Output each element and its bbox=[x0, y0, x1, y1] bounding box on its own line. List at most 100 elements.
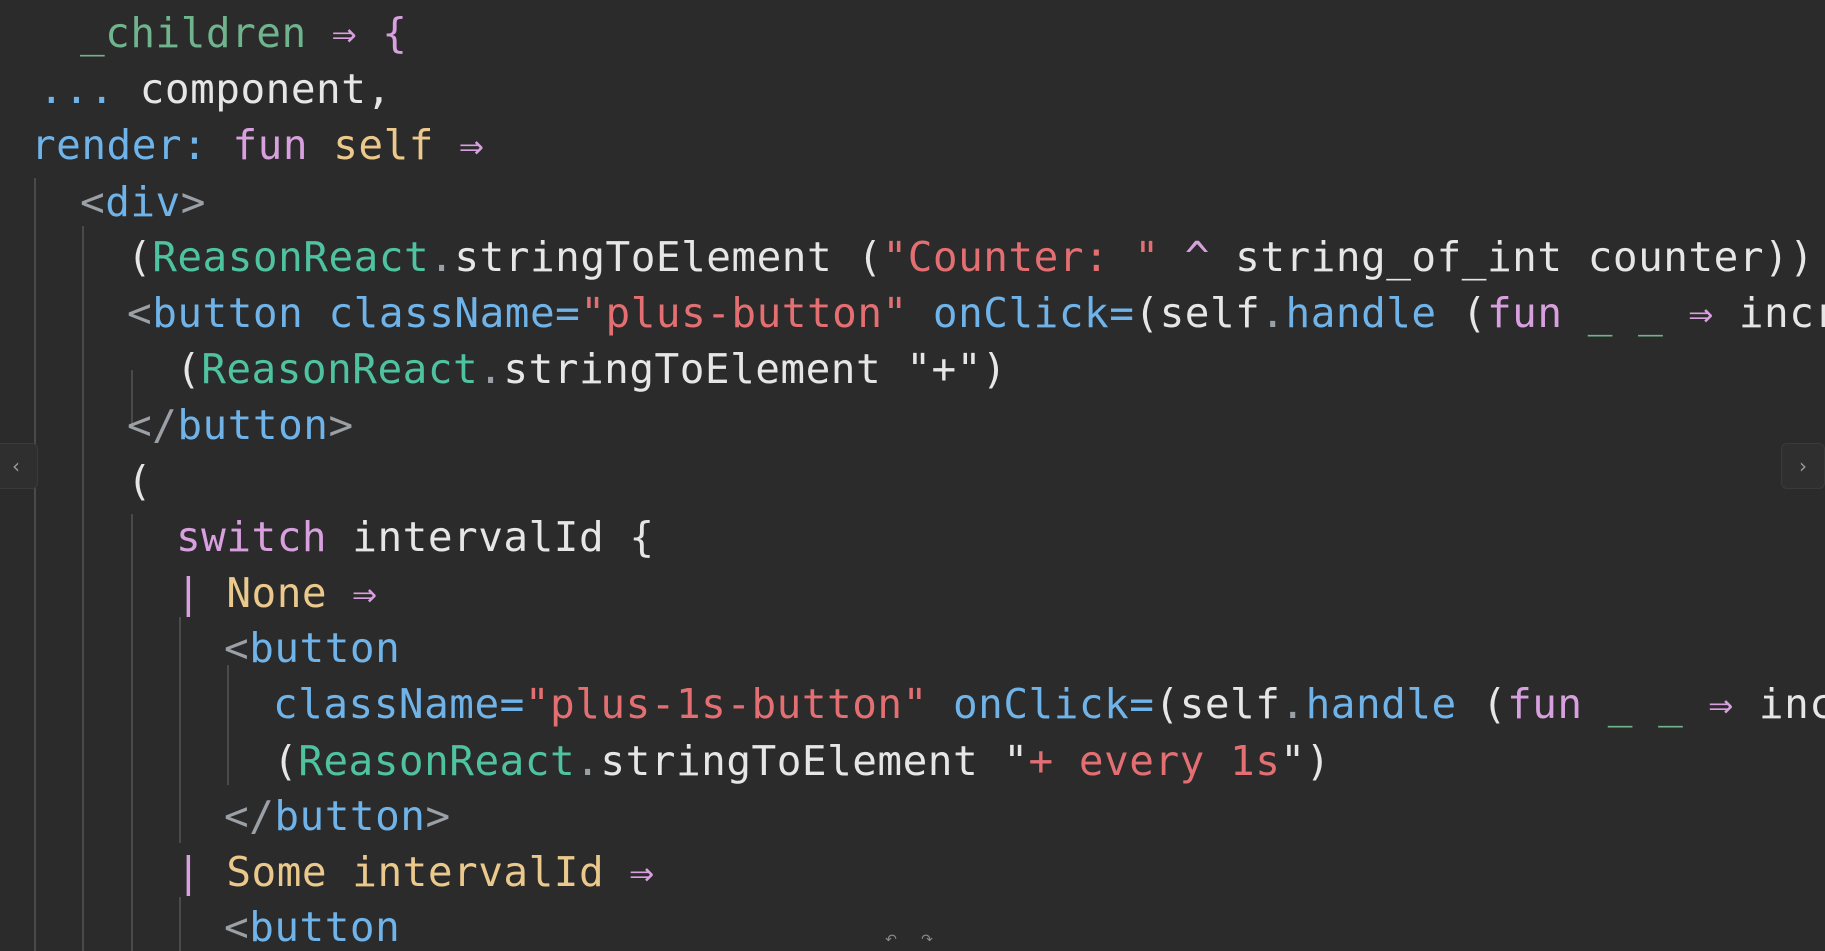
code-token: ( bbox=[127, 457, 153, 505]
code-token: </ bbox=[127, 401, 178, 449]
code-line[interactable]: <button bbox=[224, 899, 400, 951]
code-token: "+") bbox=[881, 345, 1008, 393]
indent-guide bbox=[179, 897, 181, 951]
code-token: button bbox=[177, 401, 329, 449]
code-line[interactable]: <button bbox=[224, 620, 400, 676]
previous-arrow-icon[interactable]: ‹ bbox=[0, 443, 38, 489]
code-token: </ bbox=[224, 792, 275, 840]
code-token: ⇒ { bbox=[306, 9, 408, 57]
code-token: ... bbox=[39, 65, 115, 113]
code-line[interactable]: switch intervalId { bbox=[176, 509, 655, 565]
code-token: intervalId { bbox=[327, 513, 655, 561]
code-token: < bbox=[224, 624, 250, 672]
code-line[interactable]: </button> bbox=[127, 397, 354, 453]
code-token: switch bbox=[176, 513, 328, 561]
code-token: incre bbox=[1738, 289, 1825, 337]
code-token: ( bbox=[273, 737, 299, 785]
code-token: ReasonReact bbox=[298, 737, 576, 785]
code-token: intervalId bbox=[327, 848, 605, 896]
code-token: handle bbox=[1305, 680, 1457, 728]
code-token: . bbox=[1280, 680, 1306, 728]
indent-guide bbox=[179, 617, 181, 843]
code-line[interactable]: render: fun self ⇒ bbox=[31, 117, 484, 173]
code-token: . bbox=[575, 737, 601, 785]
code-line[interactable]: (ReasonReact.stringToElement "+") bbox=[176, 341, 1007, 397]
code-token: > bbox=[180, 178, 206, 226]
code-line[interactable]: className="plus-1s-button" onClick=(self… bbox=[273, 676, 1825, 732]
code-line[interactable]: | Some intervalId ⇒ bbox=[176, 844, 655, 900]
code-token: > bbox=[328, 401, 354, 449]
code-token: None bbox=[201, 569, 328, 617]
code-token: "Counter: " bbox=[882, 233, 1160, 281]
code-token: className= bbox=[303, 289, 581, 337]
code-token: "plus-button" bbox=[580, 289, 908, 337]
code-line[interactable]: <div> bbox=[80, 174, 206, 230]
code-token: ⇒ bbox=[604, 848, 655, 896]
code-token: + every 1s bbox=[1028, 737, 1281, 785]
code-token: stringToElement bbox=[454, 233, 833, 281]
code-token: ⇒ bbox=[433, 121, 485, 169]
indent-guide bbox=[131, 514, 133, 951]
code-token: fun bbox=[1507, 680, 1583, 728]
code-token: _ _ bbox=[1562, 289, 1664, 337]
code-token: string_of_int counter)) bbox=[1209, 233, 1815, 281]
code-token: < bbox=[224, 903, 250, 951]
code-line[interactable]: ... component, bbox=[39, 61, 392, 117]
code-token: button bbox=[249, 903, 401, 951]
indent-guide bbox=[227, 665, 229, 785]
code-line[interactable]: <button className="plus-button" onClick=… bbox=[127, 285, 1825, 341]
code-token: "plus-1s-button" bbox=[524, 680, 928, 728]
code-token: onClick= bbox=[927, 680, 1155, 728]
code-token: " bbox=[978, 737, 1029, 785]
code-line[interactable]: | None ⇒ bbox=[176, 565, 377, 621]
code-token: component, bbox=[114, 65, 392, 113]
code-token: stringToElement bbox=[503, 345, 882, 393]
code-editor[interactable]: _children ⇒ { ... component, render: fun… bbox=[0, 0, 1825, 951]
code-token: _children bbox=[80, 9, 307, 57]
code-token: . bbox=[1260, 289, 1286, 337]
code-token: ReasonReact bbox=[152, 233, 430, 281]
code-token: | bbox=[176, 848, 202, 896]
code-line[interactable]: _children ⇒ { bbox=[80, 5, 407, 61]
code-token: ReasonReact bbox=[201, 345, 479, 393]
code-token: ( bbox=[832, 233, 883, 281]
code-token: ⇒ bbox=[327, 569, 378, 617]
code-token: ⇒ bbox=[1663, 289, 1714, 337]
code-token: ^ bbox=[1159, 233, 1210, 281]
code-token: incr bbox=[1758, 680, 1825, 728]
code-token: handle bbox=[1285, 289, 1437, 337]
code-token: . bbox=[478, 345, 504, 393]
code-token: stringToElement bbox=[600, 737, 979, 785]
code-token: (self bbox=[1134, 289, 1261, 337]
indent-guide bbox=[82, 226, 84, 951]
code-token: onClick= bbox=[907, 289, 1135, 337]
code-token: < bbox=[80, 178, 106, 226]
code-token: self bbox=[308, 121, 434, 169]
redo-icon[interactable]: ↷ bbox=[921, 932, 933, 948]
next-arrow-icon[interactable]: › bbox=[1781, 443, 1825, 489]
code-token: fun bbox=[1487, 289, 1563, 337]
code-line[interactable]: </button> bbox=[224, 788, 451, 844]
code-line[interactable]: (ReasonReact.stringToElement ("Counter: … bbox=[127, 229, 1814, 285]
code-token: > bbox=[425, 792, 451, 840]
code-token: fun bbox=[207, 121, 309, 169]
indent-guide bbox=[34, 178, 36, 951]
undo-icon[interactable]: ↶ bbox=[885, 932, 897, 948]
code-token: render: bbox=[31, 121, 208, 169]
code-line[interactable]: (ReasonReact.stringToElement "+ every 1s… bbox=[273, 733, 1331, 789]
code-token: Some bbox=[201, 848, 328, 896]
code-token: ( bbox=[1456, 680, 1508, 728]
code-token: ( bbox=[176, 345, 202, 393]
code-token: button bbox=[249, 624, 401, 672]
code-token: div bbox=[105, 178, 181, 226]
bottom-toolbar: ↶ ↷ bbox=[873, 929, 945, 951]
code-token: ") bbox=[1280, 737, 1331, 785]
code-line[interactable]: ( bbox=[127, 453, 152, 509]
code-token: . bbox=[429, 233, 455, 281]
code-token: (self bbox=[1154, 680, 1281, 728]
code-token: button bbox=[152, 289, 304, 337]
code-token: button bbox=[274, 792, 426, 840]
code-token: < bbox=[127, 289, 153, 337]
code-token: | bbox=[176, 569, 202, 617]
code-token: className= bbox=[273, 680, 525, 728]
